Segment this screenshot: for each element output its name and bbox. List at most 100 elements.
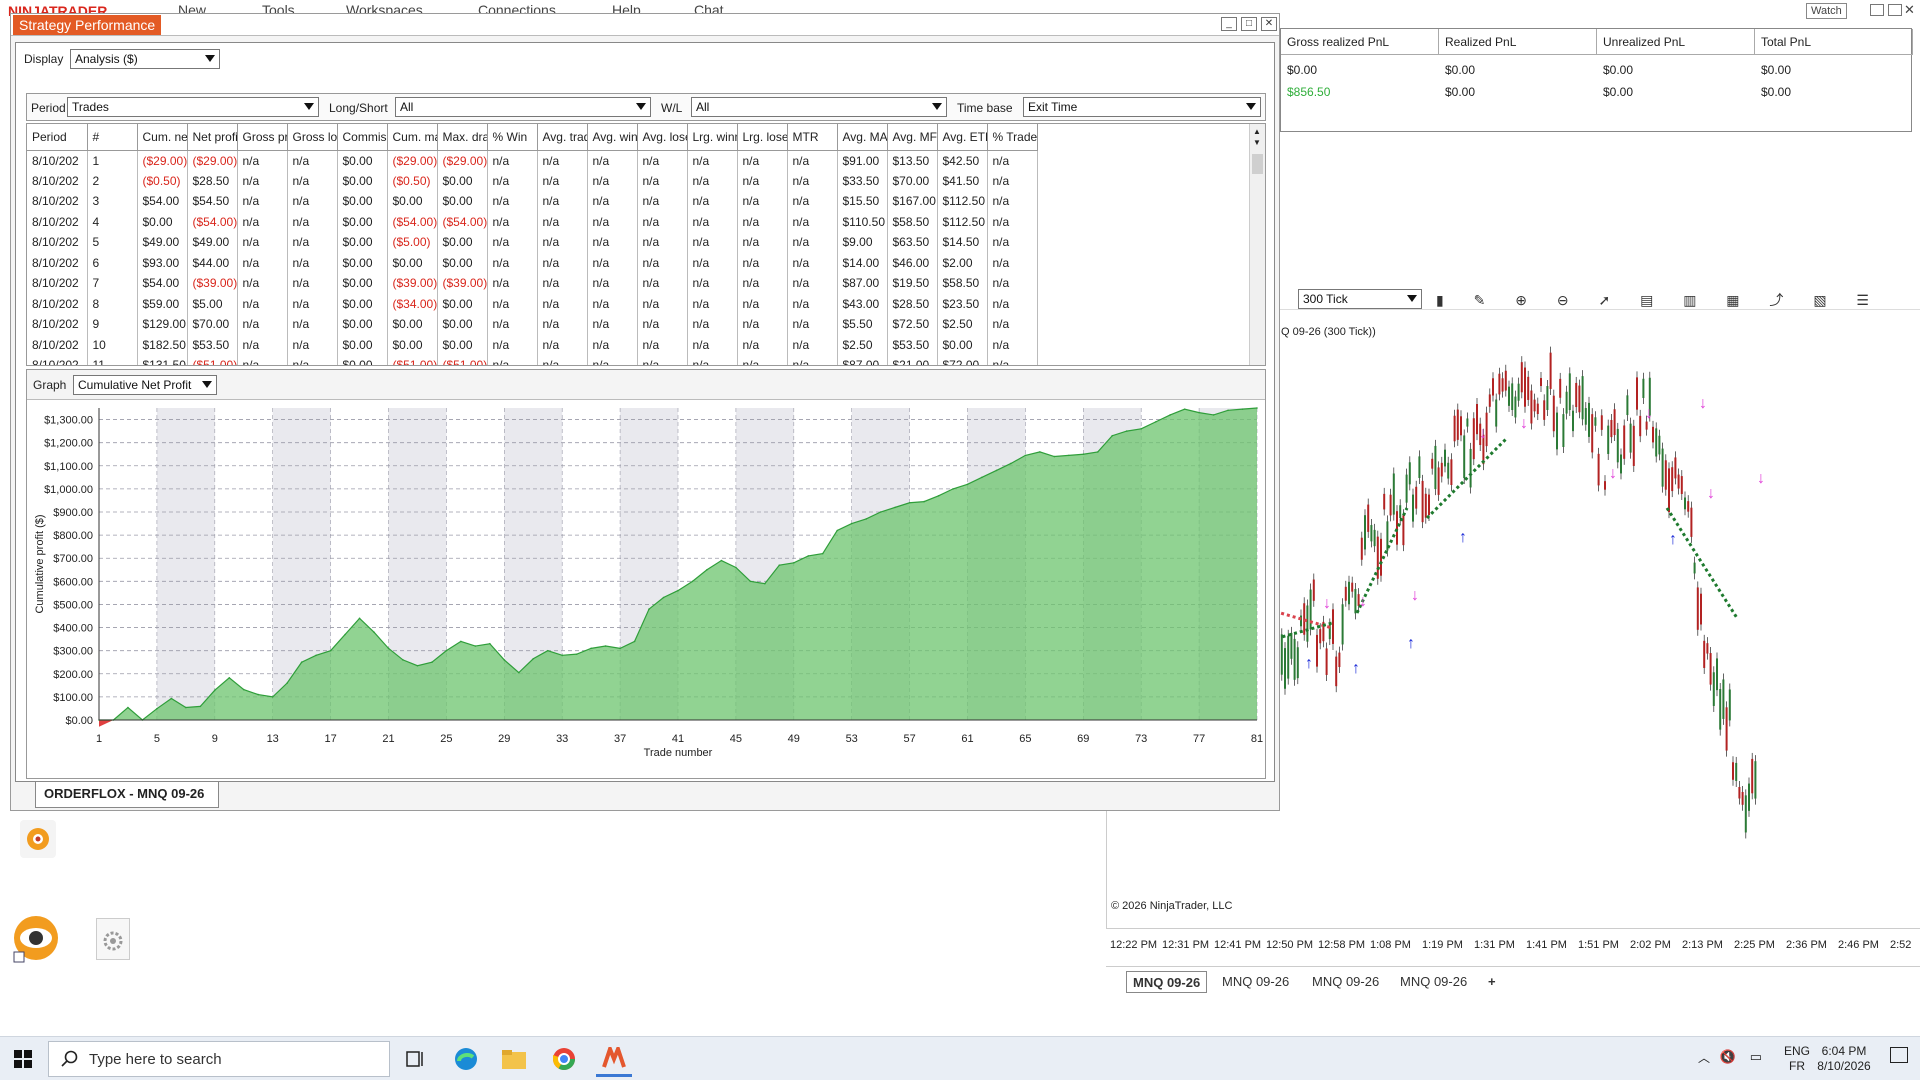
table-row[interactable]: 8/10/202 5 $49.00 $49.00 n/a n/a $0.00 ($5.00) $… bbox=[27, 232, 1038, 253]
header-total[interactable]: Total PnL bbox=[1755, 29, 1913, 55]
column-header[interactable]: % Trade bbox=[987, 124, 1038, 151]
scroll-thumb[interactable] bbox=[1252, 154, 1263, 174]
network-icon[interactable]: ▭ bbox=[1750, 1049, 1762, 1065]
app-shortcut-icon[interactable] bbox=[20, 820, 56, 858]
close-icon[interactable]: ✕ bbox=[1904, 2, 1915, 18]
table-row[interactable]: 8/10/202 3 $54.00 $54.50 n/a n/a $0.00 $0.00 $0.… bbox=[27, 191, 1038, 212]
maximize-icon[interactable] bbox=[1888, 4, 1902, 16]
table-row[interactable]: 8/10/202 2 ($0.50) $28.50 n/a n/a $0.00 ($0.50)… bbox=[27, 170, 1038, 191]
data-point bbox=[850, 522, 853, 525]
task-view-icon[interactable] bbox=[398, 1041, 434, 1077]
window-titlebar[interactable]: Strategy Performance _ □ ✕ bbox=[11, 14, 1279, 36]
data-point bbox=[894, 506, 896, 509]
data-point bbox=[489, 642, 491, 645]
taskbar-search[interactable]: Type here to search bbox=[48, 1041, 390, 1077]
column-header[interactable]: Lrg. winn bbox=[687, 124, 738, 151]
table-cell: n/a bbox=[737, 191, 788, 212]
interval-select[interactable]: 300 Tick bbox=[1298, 289, 1422, 309]
maximize-icon[interactable]: □ bbox=[1241, 17, 1257, 31]
watch-button[interactable]: Watch bbox=[1806, 3, 1847, 19]
table-row[interactable]: 8/10/202 7 $54.00 ($39.00) n/a n/a $0.00 ($39.0… bbox=[27, 273, 1038, 294]
candle-body bbox=[1741, 791, 1744, 805]
table-cell: $0.00 bbox=[437, 191, 488, 212]
notifications-icon[interactable] bbox=[1890, 1047, 1908, 1063]
header-realized[interactable]: Realized PnL bbox=[1439, 29, 1597, 55]
chrome-browser-icon[interactable] bbox=[546, 1041, 582, 1077]
minimize-icon[interactable]: _ bbox=[1221, 17, 1237, 31]
table-row[interactable]: 8/10/202 9 $129.00 $70.00 n/a n/a $0.00 $0.00 $0… bbox=[27, 314, 1038, 335]
chart-tab[interactable]: MNQ 09-26 bbox=[1216, 971, 1295, 993]
edge-browser-icon[interactable] bbox=[448, 1041, 484, 1077]
ninjatrader-app-icon[interactable] bbox=[596, 1041, 632, 1077]
candle-body bbox=[1661, 448, 1664, 487]
column-header[interactable]: # bbox=[87, 124, 138, 151]
period-select[interactable]: Trades bbox=[67, 97, 319, 117]
add-tab-button[interactable]: + bbox=[1482, 971, 1502, 993]
display-value: Analysis ($) bbox=[75, 52, 138, 66]
column-header[interactable]: Cum. ma: bbox=[387, 124, 438, 151]
table-row[interactable]: 8/10/202 1 ($29.00) ($29.00) n/a n/a $0.00 ($29… bbox=[27, 150, 1038, 171]
header-gross-realized[interactable]: Gross realized PnL bbox=[1281, 29, 1439, 55]
candle-body bbox=[1722, 679, 1725, 719]
column-header[interactable]: % Win bbox=[487, 124, 538, 151]
close-icon[interactable]: ✕ bbox=[1261, 17, 1277, 31]
column-header[interactable]: MTR bbox=[787, 124, 838, 151]
header-unrealized[interactable]: Unrealized PnL bbox=[1597, 29, 1755, 55]
column-header[interactable]: Cum. net bbox=[137, 124, 188, 151]
chart-tab[interactable]: MNQ 09-26 bbox=[1126, 971, 1208, 993]
data-point bbox=[271, 696, 274, 698]
windows-start-icon[interactable] bbox=[0, 1037, 46, 1081]
file-explorer-icon[interactable] bbox=[496, 1041, 532, 1077]
minimize-icon[interactable] bbox=[1870, 4, 1884, 16]
data-point bbox=[749, 580, 752, 583]
data-point bbox=[402, 659, 404, 661]
scroll-down-icon[interactable]: ▼ bbox=[1253, 138, 1261, 147]
column-header[interactable]: Gross prc bbox=[237, 124, 288, 151]
column-header[interactable]: Net profi bbox=[187, 124, 238, 151]
display-select[interactable]: Analysis ($) bbox=[70, 49, 220, 69]
table-cell: $63.50 bbox=[887, 232, 938, 253]
language-indicator[interactable]: ENG FR bbox=[1784, 1044, 1810, 1074]
longshort-select[interactable]: All bbox=[395, 97, 651, 117]
table-cell: n/a bbox=[637, 355, 688, 365]
table-cell: $0.00 bbox=[337, 273, 388, 294]
wl-select[interactable]: All bbox=[691, 97, 947, 117]
pnl-cell: $0.00 bbox=[1603, 63, 1634, 77]
eye-app-shortcut-icon[interactable] bbox=[12, 914, 60, 964]
column-header[interactable]: Avg. trad bbox=[537, 124, 588, 151]
table-cell: $0.00 bbox=[137, 211, 188, 232]
table-row[interactable]: 8/10/202 4 $0.00 ($54.00) n/a n/a $0.00 ($54.00… bbox=[27, 211, 1038, 232]
tray-overflow-icon[interactable]: ︿ bbox=[1698, 1049, 1710, 1066]
table-cell: 8/10/202 bbox=[27, 355, 88, 365]
y-tick-label: $1,200.00 bbox=[44, 438, 93, 450]
column-header[interactable]: Commiss bbox=[337, 124, 388, 151]
graph-select[interactable]: Cumulative Net Profit bbox=[73, 375, 217, 395]
settings-file-icon[interactable] bbox=[96, 918, 130, 960]
chart-tab[interactable]: MNQ 09-26 bbox=[1306, 971, 1385, 993]
table-cell: $28.50 bbox=[187, 170, 238, 191]
chart-tools-icons[interactable]: ▮ ✎ ⊕ ⊖ ➚ ▤ ▥ ▦ ⤴ ▧ ☰ bbox=[1436, 290, 1882, 310]
strategy-tab[interactable]: ORDERFLOX - MNQ 09-26 bbox=[35, 782, 219, 808]
column-header[interactable]: Period bbox=[27, 124, 88, 151]
column-header[interactable]: Lrg. loser bbox=[737, 124, 788, 151]
grid-scrollbar[interactable]: ▲ ▼ bbox=[1249, 124, 1265, 365]
column-header[interactable]: Avg. MAE bbox=[837, 124, 888, 151]
candle-body bbox=[1376, 536, 1379, 579]
column-header[interactable]: Avg. ETD bbox=[937, 124, 988, 151]
column-header[interactable]: Avg. MFE bbox=[887, 124, 938, 151]
table-row[interactable]: 8/10/202 6 $93.00 $44.00 n/a n/a $0.00 $0.00 $0.… bbox=[27, 252, 1038, 273]
column-header[interactable]: Avg. winr bbox=[587, 124, 638, 151]
column-header[interactable]: Max. drav bbox=[437, 124, 488, 151]
chart-tab[interactable]: MNQ 09-26 bbox=[1394, 971, 1473, 993]
column-header[interactable]: Gross los bbox=[287, 124, 338, 151]
volume-muted-icon[interactable]: 🔇 bbox=[1720, 1049, 1736, 1065]
scroll-up-icon[interactable]: ▲ bbox=[1253, 127, 1261, 136]
data-point bbox=[127, 706, 129, 709]
clock[interactable]: 6:04 PM 8/10/2026 bbox=[1814, 1044, 1874, 1074]
column-header[interactable]: Avg. lose bbox=[637, 124, 688, 151]
timebase-select[interactable]: Exit Time bbox=[1023, 97, 1261, 117]
trades-grid[interactable]: Period#Cum. netNet profiGross prcGross l… bbox=[26, 123, 1266, 366]
table-row[interactable]: 8/10/202 11 $131.50 ($51.00) n/a n/a $0.00 ($51… bbox=[27, 355, 1038, 365]
table-row[interactable]: 8/10/202 10 $182.50 $53.50 n/a n/a $0.00 $0.00 $… bbox=[27, 334, 1038, 355]
table-row[interactable]: 8/10/202 8 $59.00 $5.00 n/a n/a $0.00 ($34.00) $… bbox=[27, 293, 1038, 314]
